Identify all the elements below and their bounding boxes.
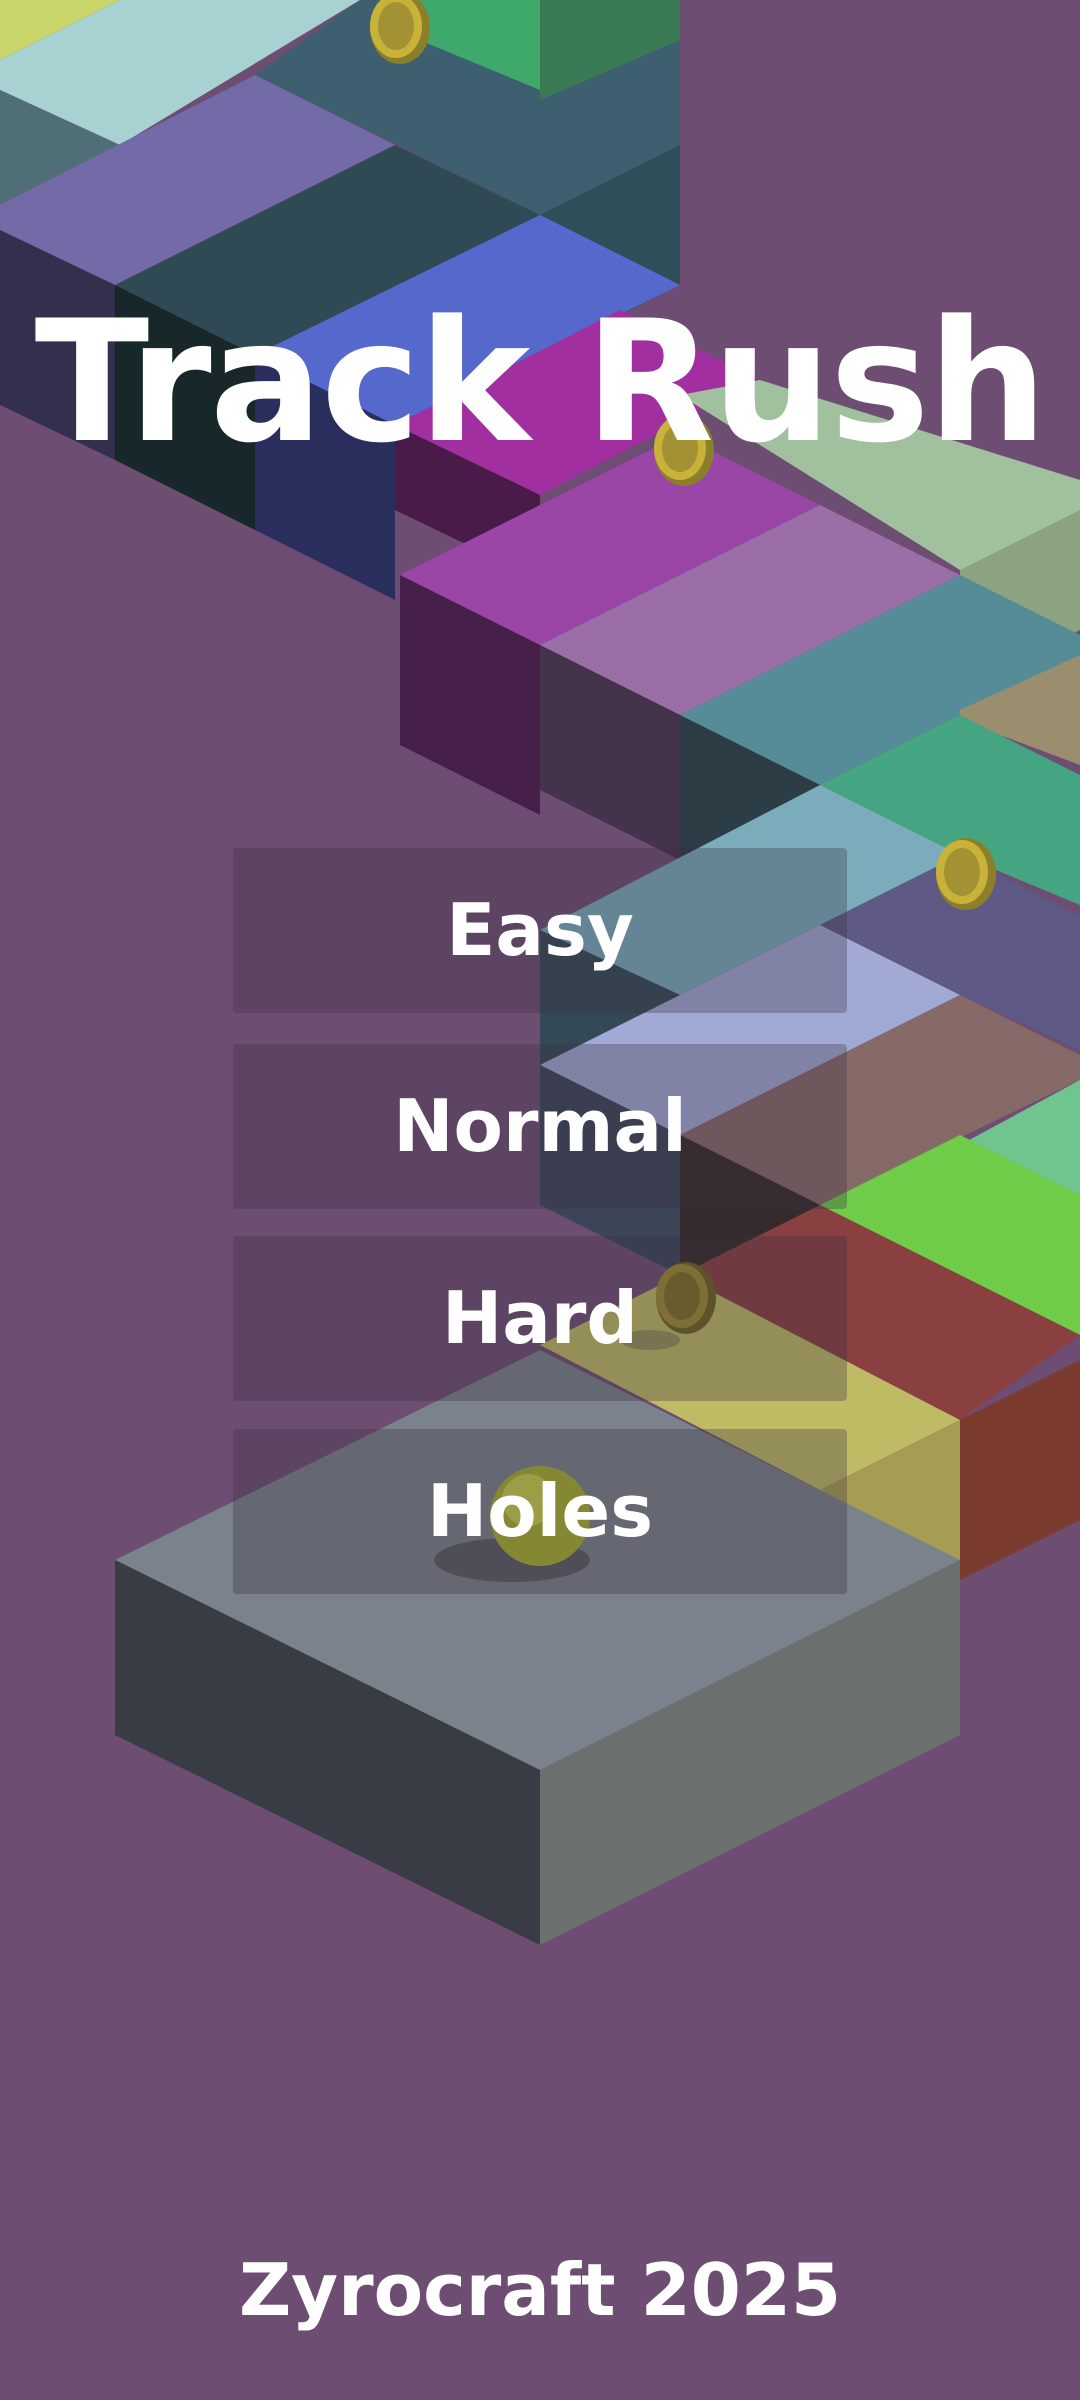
easy-button[interactable]: Easy	[233, 848, 847, 1013]
holes-button[interactable]: Holes	[233, 1429, 847, 1594]
normal-button[interactable]: Normal	[233, 1044, 847, 1209]
game-screen: Track Rush Easy Normal Hard Holes Zyrocr…	[0, 0, 1080, 2400]
hard-button[interactable]: Hard	[233, 1236, 847, 1401]
coin-icon	[936, 838, 996, 910]
footer-credit: Zyrocraft 2025	[238, 2248, 842, 2332]
game-title: Track Rush	[34, 284, 1048, 480]
